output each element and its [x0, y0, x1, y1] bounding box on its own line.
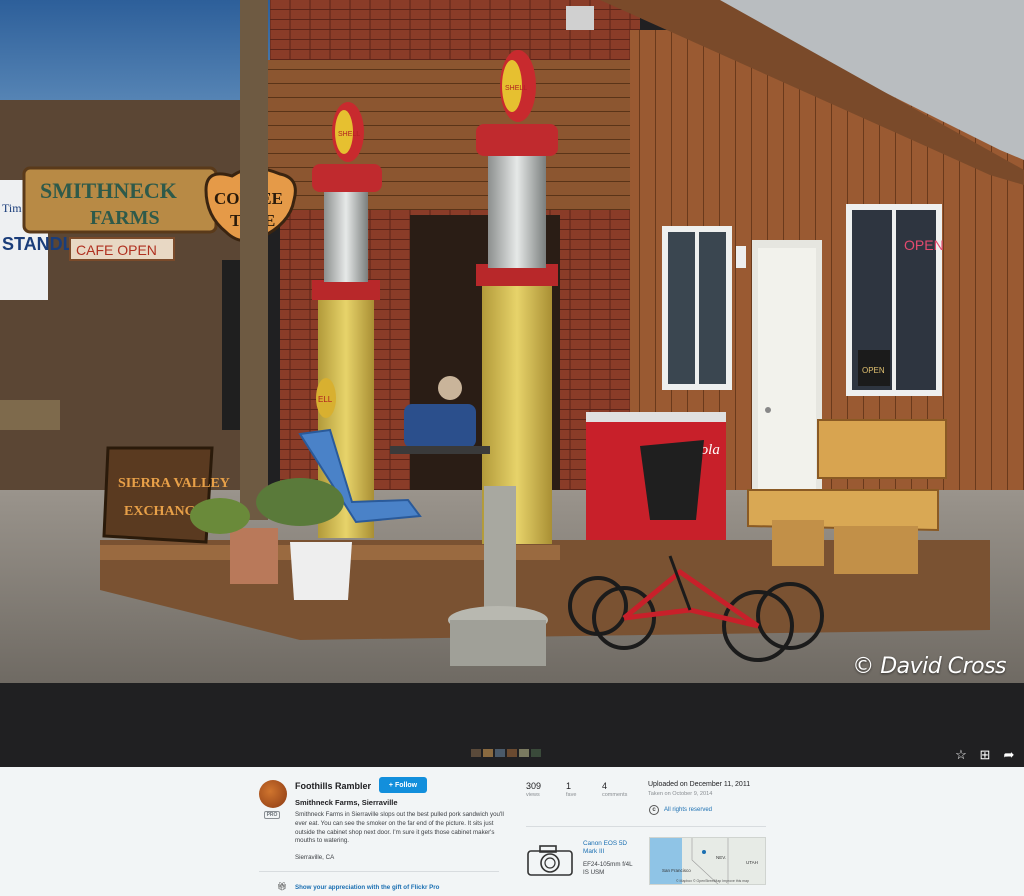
- avatar[interactable]: [259, 780, 287, 808]
- photo-title: Smithneck Farms, Sierraville: [295, 798, 398, 807]
- filmstrip-thumb[interactable]: [471, 749, 481, 757]
- filmstrip[interactable]: [471, 749, 541, 757]
- faves-count: 1: [566, 781, 572, 791]
- author-name[interactable]: Foothills Rambler: [295, 781, 371, 791]
- location-map[interactable]: NEV. UTAH San Francisco © Mapbox © OpenS…: [649, 837, 766, 885]
- sign-cafe-open: CAFE OPEN: [76, 242, 157, 258]
- window-neon-open: OPEN: [904, 237, 944, 253]
- photo[interactable]: STANDLEY Tim OPEN OPEN SMITHNECK FARMS C…: [0, 0, 1024, 683]
- photo-toolbar: ☆ ⊞ ➦: [954, 748, 1016, 762]
- photo-viewer[interactable]: STANDLEY Tim OPEN OPEN SMITHNECK FARMS C…: [0, 0, 1024, 767]
- pump-left-label: SHELL: [338, 131, 360, 138]
- camera-icon: [527, 845, 573, 876]
- lens-model: EF24-105mm f/4L IS USM: [583, 861, 633, 876]
- filmstrip-thumb[interactable]: [531, 749, 541, 757]
- filmstrip-thumb[interactable]: [495, 749, 505, 757]
- views-label: views: [526, 792, 540, 798]
- filmstrip-thumb[interactable]: [483, 749, 493, 757]
- camera-model-link[interactable]: Canon EOS 5D Mark III: [583, 840, 633, 856]
- taken-date[interactable]: Taken on October 9, 2014: [648, 791, 712, 797]
- photo-watermark: © David Cross: [852, 654, 1006, 679]
- copyright-icon: c: [649, 805, 659, 815]
- pro-badge: PRO: [264, 811, 280, 819]
- plus-icon: +: [388, 781, 393, 789]
- comments-count: 4: [602, 781, 608, 791]
- map-label-sf: San Francisco: [662, 868, 691, 873]
- views-count: 309: [526, 781, 542, 791]
- left-sign-tim: Tim: [2, 201, 22, 215]
- star-icon[interactable]: ☆: [954, 748, 968, 762]
- map-credit[interactable]: © Mapbox © OpenStreetMap Improve this ma…: [676, 879, 749, 883]
- photo-location: Sierraville, CA: [295, 854, 335, 861]
- sign-farm-line1: SMITHNECK: [40, 178, 177, 203]
- photo-description: Smithneck Farms in Sierraville slops out…: [295, 811, 504, 845]
- pump-right-label: SHELL: [505, 85, 527, 92]
- filmstrip-thumb[interactable]: [507, 749, 517, 757]
- sign-farm-line2: FARMS: [90, 207, 160, 229]
- comments-label: comments: [602, 792, 628, 798]
- gift-pro-link[interactable]: Show your appreciation with the gift of …: [295, 884, 439, 891]
- filmstrip-thumb[interactable]: [519, 749, 529, 757]
- window-open-sign: OPEN: [862, 366, 885, 375]
- stat-comments[interactable]: 4 comments: [602, 781, 627, 798]
- stat-views: 309 views: [526, 781, 541, 798]
- gift-icon: 🎁︎: [277, 882, 288, 891]
- faves-label: fave: [566, 792, 577, 798]
- follow-button[interactable]: + Follow: [379, 777, 427, 793]
- uploaded-date: Uploaded on December 11, 2011: [648, 781, 751, 788]
- license-link[interactable]: All rights reserved: [664, 807, 712, 813]
- divider: [259, 871, 499, 872]
- divider: [526, 826, 766, 827]
- share-icon[interactable]: ➦: [1002, 748, 1016, 762]
- add-to-gallery-icon[interactable]: ⊞: [978, 748, 992, 762]
- map-label-nev: NEV.: [716, 855, 727, 860]
- map-label-utah: UTAH: [746, 860, 758, 865]
- sign-sierra-line1: SIERRA VALLEY: [118, 476, 230, 491]
- photo-info-panel: PRO Foothills Rambler + Follow Smithneck…: [0, 767, 1024, 896]
- follow-button-label: Follow: [394, 781, 418, 789]
- stat-faves[interactable]: 1 fave: [566, 781, 576, 798]
- pump-side-label: ELL: [318, 395, 333, 404]
